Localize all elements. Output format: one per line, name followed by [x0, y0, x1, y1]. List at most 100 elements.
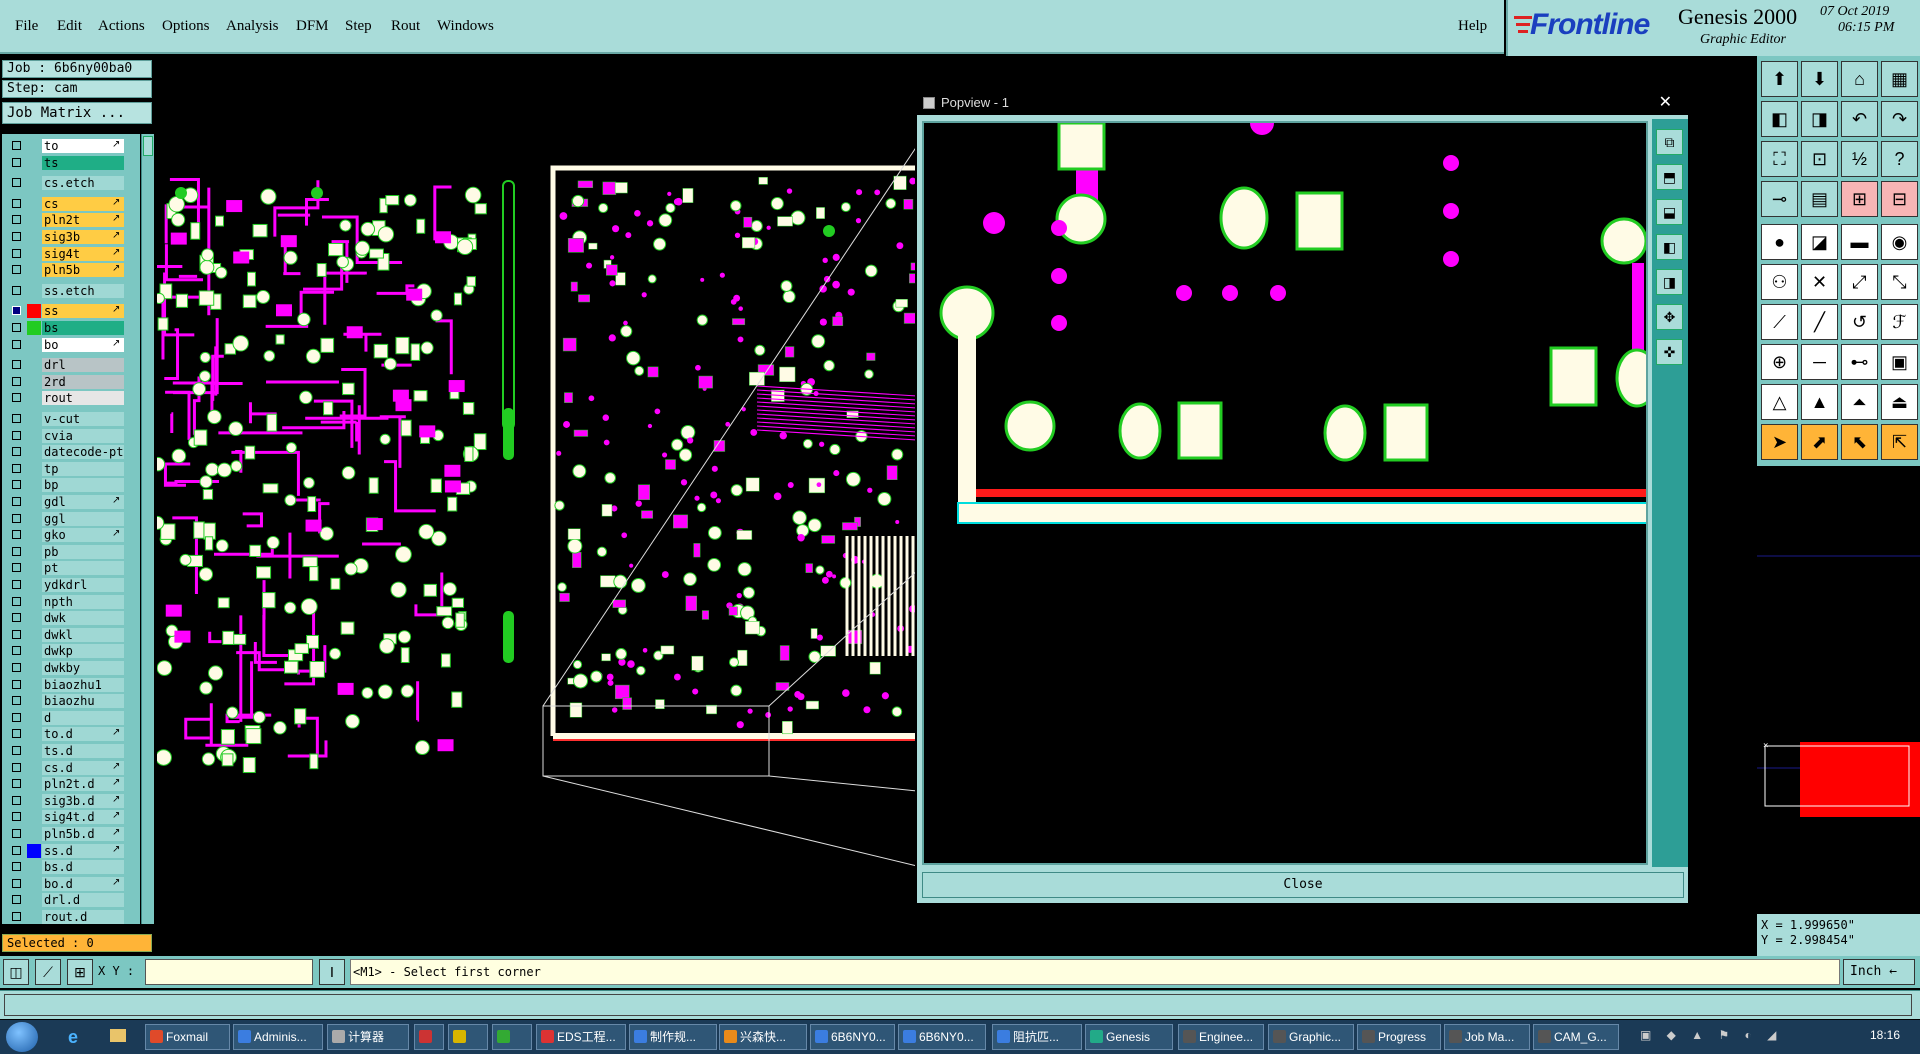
- layer-row[interactable]: pln5b.d ↗: [2, 826, 140, 842]
- layer-checkbox[interactable]: [12, 530, 21, 540]
- layer-row[interactable]: cs.d ↗: [2, 760, 140, 776]
- cross-icon[interactable]: ✕: [1801, 264, 1838, 300]
- layer-row[interactable]: ts.d: [2, 743, 140, 759]
- edit-shape-icon[interactable]: ◪: [1801, 224, 1838, 260]
- layer-name[interactable]: bs: [42, 321, 124, 335]
- menu-dfm[interactable]: DFM: [296, 18, 329, 35]
- circle-tool-icon[interactable]: ◉: [1881, 224, 1918, 260]
- taskbar-button[interactable]: 6B6NY0...: [810, 1024, 895, 1050]
- layer-checkbox[interactable]: [12, 779, 21, 789]
- layer-name[interactable]: ss.etch: [42, 283, 124, 298]
- layer-name[interactable]: cs.etch: [42, 176, 124, 191]
- layer-row[interactable]: datecode-pt: [2, 444, 140, 460]
- layer-checkbox[interactable]: [12, 265, 21, 275]
- layer-row[interactable]: to ↗: [2, 138, 140, 154]
- layer-row[interactable]: bs: [2, 320, 140, 336]
- measure-icon[interactable]: ⊸: [1761, 181, 1798, 217]
- layer-row[interactable]: sig3b ↗: [2, 229, 140, 245]
- layer-checkbox[interactable]: [12, 812, 21, 822]
- layer-checkbox[interactable]: [12, 232, 21, 241]
- layer-name[interactable]: ts: [42, 155, 124, 170]
- open-step-icon[interactable]: ⬆: [1761, 61, 1798, 97]
- layer-row[interactable]: bs.d: [2, 859, 140, 875]
- pan-right-icon[interactable]: ◨: [1656, 269, 1683, 295]
- layer-row[interactable]: ss.d ↗: [2, 843, 140, 859]
- layer-row[interactable]: pb: [2, 544, 140, 560]
- layer-row[interactable]: sig3b.d ↗: [2, 793, 140, 809]
- taskbar-button[interactable]: CAM_G...: [1533, 1024, 1619, 1050]
- layer-row[interactable]: ts: [2, 155, 140, 171]
- layer-checkbox[interactable]: [12, 248, 21, 258]
- layer-name[interactable]: ggl: [42, 511, 124, 526]
- layer-row[interactable]: to.d ↗: [2, 726, 140, 742]
- layer-name[interactable]: drl: [42, 358, 124, 373]
- layer-row[interactable]: bo.d ↗: [2, 876, 140, 892]
- layer-checkbox[interactable]: [12, 596, 21, 606]
- layer-row[interactable]: cvia: [2, 428, 140, 444]
- layer-checkbox[interactable]: [12, 546, 21, 556]
- add-horizontal-icon[interactable]: ─: [1801, 344, 1838, 380]
- home-icon[interactable]: ⌂: [1841, 61, 1878, 97]
- layer-row[interactable]: pln5b ↗: [2, 262, 140, 278]
- layer-checkbox[interactable]: [12, 339, 21, 349]
- job-matrix-button[interactable]: Job Matrix ...: [2, 102, 152, 124]
- pan-left-icon[interactable]: ◧: [1656, 234, 1683, 260]
- layer-checkbox[interactable]: [12, 393, 21, 403]
- surface-edit-icon[interactable]: ⏶: [1841, 384, 1878, 420]
- select-area-icon[interactable]: ⬈: [1801, 424, 1838, 460]
- zoom-area-icon[interactable]: ⊡: [1801, 141, 1838, 177]
- layer-row[interactable]: dwkl: [2, 627, 140, 643]
- menu-analysis[interactable]: Analysis: [226, 18, 279, 35]
- layer-row[interactable]: cs.etch: [2, 175, 140, 191]
- layer-checkbox[interactable]: [12, 646, 21, 656]
- zoom-home-icon[interactable]: ✥: [1656, 304, 1683, 330]
- layer-row[interactable]: cs ↗: [2, 196, 140, 212]
- layer-checkbox[interactable]: [12, 746, 21, 755]
- layer-list-scrollbar[interactable]: [141, 134, 154, 924]
- taskbar-button[interactable]: 制作规...: [629, 1024, 717, 1050]
- help-icon[interactable]: ?: [1881, 141, 1918, 177]
- select-mode-icon[interactable]: ◫: [3, 959, 29, 985]
- layer-checkbox[interactable]: [12, 580, 21, 589]
- pan-right-icon[interactable]: ◨: [1801, 101, 1838, 137]
- layer-row[interactable]: tp: [2, 461, 140, 477]
- folder-icon[interactable]: [110, 1029, 126, 1042]
- add-arc-icon[interactable]: ↺: [1841, 304, 1878, 340]
- add-line-icon[interactable]: ⟋: [1761, 304, 1798, 340]
- layer-checkbox[interactable]: [12, 613, 21, 623]
- layer-checkbox[interactable]: [12, 563, 21, 573]
- taskbar-button[interactable]: Progress: [1357, 1024, 1441, 1050]
- layer-checkbox[interactable]: [12, 845, 21, 855]
- layer-checkbox[interactable]: [12, 157, 21, 167]
- layer-name[interactable]: ts.d: [42, 744, 124, 758]
- layer-row[interactable]: d: [2, 710, 140, 726]
- pan-mode-icon[interactable]: ✜: [1656, 339, 1683, 365]
- zoom-in-icon[interactable]: ⬒: [1656, 164, 1683, 190]
- save-icon[interactable]: ⬇: [1801, 61, 1838, 97]
- close-icon[interactable]: ✕: [1659, 91, 1672, 115]
- layer-checkbox[interactable]: [12, 447, 21, 457]
- layer-row[interactable]: rout: [2, 390, 140, 406]
- taskbar-button[interactable]: 阻抗匹...: [992, 1024, 1082, 1050]
- layer-checkbox[interactable]: [12, 795, 21, 805]
- layer-row[interactable]: sig4t ↗: [2, 246, 140, 262]
- taskbar-button[interactable]: 计算器: [327, 1024, 409, 1050]
- taskbar-button[interactable]: Enginee...: [1178, 1024, 1264, 1050]
- layer-checkbox[interactable]: [12, 762, 21, 772]
- pan-left-icon[interactable]: ◧: [1761, 101, 1798, 137]
- layer-checkbox[interactable]: [12, 463, 21, 473]
- select-pointer-icon[interactable]: ➤: [1761, 424, 1798, 460]
- layer-row[interactable]: pln2t ↗: [2, 212, 140, 228]
- layer-name[interactable]: bs.d: [42, 860, 124, 875]
- taskbar-button[interactable]: EDS工程...: [536, 1024, 626, 1050]
- layer-checkbox[interactable]: [12, 712, 21, 722]
- zoom-fit-icon[interactable]: ⧉: [1656, 129, 1683, 155]
- layer-row[interactable]: ss ↗: [2, 303, 140, 319]
- array-icon[interactable]: ▣: [1881, 344, 1918, 380]
- layer-name[interactable]: pb: [42, 544, 124, 559]
- layer-checkbox[interactable]: [12, 141, 21, 150]
- layer-checkbox[interactable]: [12, 323, 21, 332]
- menu-actions[interactable]: Actions: [98, 18, 145, 35]
- layer-row[interactable]: gdl ↗: [2, 494, 140, 510]
- layer-checkbox[interactable]: [12, 178, 21, 188]
